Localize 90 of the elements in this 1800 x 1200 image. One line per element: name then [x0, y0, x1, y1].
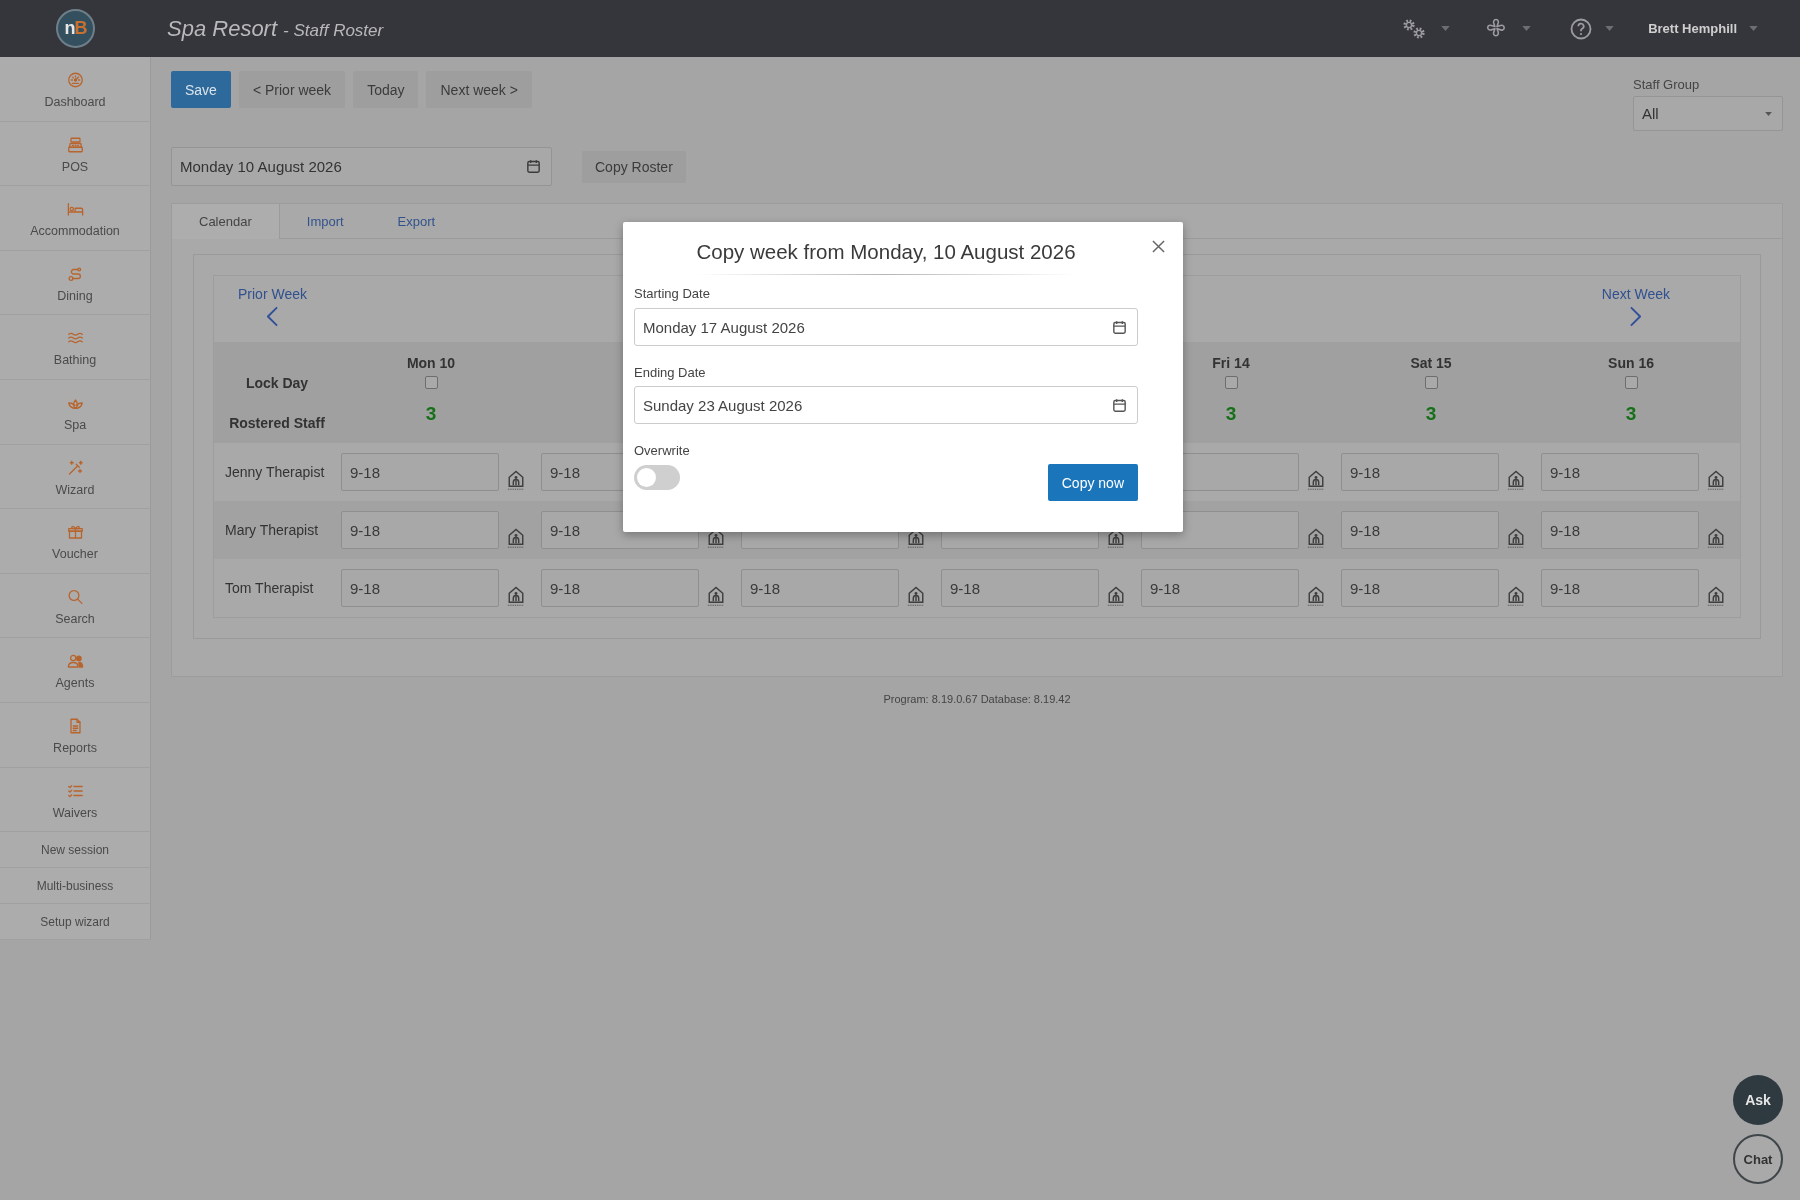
sidebar-item[interactable]: Spa: [0, 379, 151, 445]
shift-field[interactable]: 9-18: [1141, 569, 1299, 607]
shift-field[interactable]: 9-18: [1541, 511, 1699, 549]
lock-day-checkbox[interactable]: [1624, 376, 1638, 389]
lock-day-checkbox[interactable]: [1424, 376, 1438, 389]
shift-field[interactable]: 9-18: [541, 569, 699, 607]
starting-date-field[interactable]: Monday 17 August 2026: [634, 308, 1138, 346]
sidebar-item[interactable]: Agents: [0, 638, 151, 703]
lock-day-checkbox[interactable]: [1224, 376, 1238, 389]
next-week-link[interactable]: Next Week: [1601, 286, 1670, 327]
week-date-field[interactable]: Monday 10 August 2026: [171, 147, 552, 186]
caret-icon[interactable]: [1441, 26, 1451, 31]
help-icon[interactable]: [1569, 16, 1594, 41]
user-menu[interactable]: Brett Hemphill: [1648, 21, 1737, 36]
logo[interactable]: nB: [56, 9, 95, 48]
search-icon: [65, 587, 85, 606]
lock-day-checkbox[interactable]: [424, 376, 438, 389]
bed-icon: [65, 200, 85, 219]
copy-roster-button[interactable]: Copy Roster: [582, 150, 686, 183]
rostered-count: 3: [1425, 403, 1437, 425]
save-button[interactable]: Save: [171, 71, 231, 108]
today-button[interactable]: Today: [353, 71, 419, 108]
staff-group-label: Staff Group: [1633, 77, 1701, 93]
people-icon: [65, 652, 85, 671]
overwrite-toggle[interactable]: [634, 465, 680, 490]
app-title: Spa Resort: [167, 15, 278, 42]
calendar-icon[interactable]: [525, 158, 542, 175]
shift-field[interactable]: 9-18: [941, 569, 1099, 607]
close-icon[interactable]: [1152, 240, 1165, 253]
ask-button[interactable]: Ask: [1733, 1075, 1783, 1125]
tab[interactable]: Calendar: [172, 204, 280, 239]
cash-register-icon: [65, 135, 85, 154]
caret-icon: [1765, 111, 1772, 116]
lock-day-label: Lock Day: [245, 374, 309, 392]
calendar-icon[interactable]: [1111, 318, 1128, 336]
sidebar-item[interactable]: Reports: [0, 702, 151, 768]
shift-field[interactable]: 9-18: [1541, 453, 1699, 491]
day-heading: Mon 10: [406, 354, 456, 372]
calendar-icon[interactable]: [1111, 396, 1128, 414]
caret-icon[interactable]: [1749, 26, 1758, 31]
tab[interactable]: Export: [370, 204, 463, 238]
shift-field[interactable]: 9-18: [341, 511, 499, 549]
copy-now-button[interactable]: Copy now: [1047, 464, 1138, 501]
tab[interactable]: Import: [279, 204, 371, 238]
sidebar-item[interactable]: Dining: [0, 250, 151, 316]
rostered-count: 3: [1625, 403, 1637, 425]
sidebar-item[interactable]: POS: [0, 121, 151, 187]
caret-icon[interactable]: [1605, 26, 1615, 31]
staff-name: Tom Therapist: [225, 580, 314, 596]
shift-field[interactable]: 9-18: [741, 569, 899, 607]
sidebar-item[interactable]: Setup wizard: [0, 904, 151, 941]
sidebar-item[interactable]: New session: [0, 832, 151, 869]
sidebar-item[interactable]: Voucher: [0, 509, 151, 574]
sidebar-item[interactable]: Waivers: [0, 767, 151, 833]
caret-icon[interactable]: [1522, 26, 1532, 31]
gift-icon: [65, 523, 85, 542]
sidebar-item[interactable]: Dashboard: [0, 57, 151, 122]
starting-date-label: Starting Date: [634, 286, 710, 301]
prior-week-button[interactable]: < Prior week: [238, 71, 346, 108]
gauge-icon: [65, 71, 85, 89]
rostered-staff-label: Rostered Staff: [229, 414, 325, 432]
next-week-button[interactable]: Next week >: [426, 71, 532, 108]
staff-name: Mary Therapist: [225, 522, 319, 538]
shift-field[interactable]: 9-18: [1341, 569, 1499, 607]
sidebar-item[interactable]: Accommodation: [0, 186, 151, 251]
version-text: Program: 8.19.0.67 Database: 8.19.42: [883, 693, 1071, 705]
chat-button[interactable]: Chat: [1733, 1134, 1783, 1184]
rostered-count: 3: [1225, 403, 1237, 425]
sidebar-item[interactable]: Multi-business: [0, 868, 151, 905]
ending-date-label: Ending Date: [634, 365, 706, 380]
chevron-right-icon: [1630, 306, 1642, 327]
shift-field[interactable]: 9-18: [341, 569, 499, 607]
day-heading: Fri 14: [1212, 354, 1250, 372]
chevron-left-icon: [267, 306, 278, 327]
day-heading: Sun 16: [1608, 354, 1654, 372]
sidebar-item[interactable]: Bathing: [0, 315, 151, 380]
staff-name: Jenny Therapist: [225, 464, 325, 480]
ending-date-field[interactable]: Sunday 23 August 2026: [634, 386, 1138, 424]
rostered-count: 3: [425, 403, 437, 425]
shift-field[interactable]: 9-18: [1541, 569, 1699, 607]
shift-field[interactable]: 9-18: [1341, 453, 1499, 491]
page-title: - Staff Roster: [283, 20, 384, 41]
prior-week-link[interactable]: Prior Week: [238, 286, 307, 327]
shift-field[interactable]: 9-18: [1341, 511, 1499, 549]
day-heading: Sat 15: [1410, 354, 1452, 372]
sidebar-item[interactable]: Wizard: [0, 444, 151, 510]
staff-group-select[interactable]: All: [1633, 96, 1783, 131]
dialog-title: Copy week from Monday, 10 August 2026: [696, 240, 1076, 263]
shift-field[interactable]: 9-18: [341, 453, 499, 491]
sidebar-item[interactable]: Search: [0, 573, 151, 639]
